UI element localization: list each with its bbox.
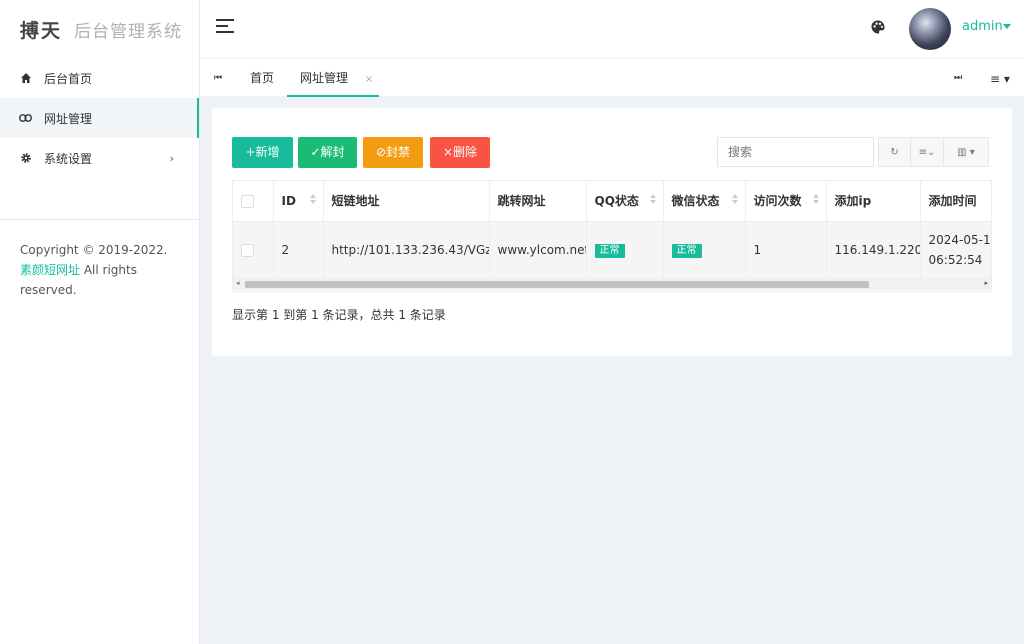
col-header-short-url: 短链地址 [323,181,490,222]
col-header-visits[interactable]: 访问次数 [745,181,827,222]
ban-button[interactable]: ⊘封禁 [363,137,423,168]
col-header-ip: 添加ip [826,181,921,222]
scroll-right-icon[interactable]: ▸ [984,279,988,287]
horizontal-scrollbar[interactable]: ◂ ▸ [232,278,992,290]
palette-icon[interactable] [870,19,888,37]
search-input[interactable] [717,137,874,167]
add-button[interactable]: +新增 [232,137,293,168]
cell-wechat-status: 正常 [663,221,746,280]
cell-ip: 116.149.1.220 [826,221,921,280]
sidebar-item-label: 系统设置 [44,151,93,166]
tab-label: 首页 [250,71,275,85]
tab-url-manage[interactable]: 网址管理 × [287,59,379,97]
table-header-row: ID 短链地址 跳转网址 QQ状态 微信状态 访问次数 添加ip 添加时间 [233,181,991,222]
tab-bar: ⏮ 首页 网址管理 × ⏭ ≡ ▾ [200,58,1024,97]
tab-home[interactable]: 首页 [250,59,274,97]
col-header-qq-status[interactable]: QQ状态 [586,181,664,222]
copyright-link[interactable]: 素颜短网址 [20,263,80,277]
sort-icon[interactable] [731,194,738,204]
link-icon [19,112,32,125]
caret-down-icon[interactable] [1003,24,1011,29]
close-icon[interactable]: × [365,74,373,85]
menu-toggle-icon[interactable] [216,19,234,37]
copyright-prefix: Copyright © 2019-2022. [20,243,168,257]
status-badge: 正常 [594,244,625,258]
sidebar-item-url-manage[interactable]: 网址管理 [0,98,199,138]
tab-label: 网址管理 [300,71,349,85]
row-checkbox[interactable] [241,244,254,257]
cell-target: www.ylcom.net [489,221,587,280]
scroll-left-icon[interactable]: ◂ [236,279,240,287]
sidebar: 搏天 后台管理系统 后台首页 网址管理 系统设置 › Copyright © 2… [0,0,200,644]
tab-scroll-left-icon[interactable]: ⏮ [214,73,222,83]
select-all-cell[interactable] [233,181,274,222]
cell-short-url: http://101.133.236.43/VGzl [323,221,490,280]
data-table: ID 短链地址 跳转网址 QQ状态 微信状态 访问次数 添加ip 添加时间 2 … [232,180,992,292]
user-name[interactable]: admin [962,19,1003,34]
pagination-info: 显示第 1 到第 1 条记录，总共 1 条记录 [232,308,446,322]
sidebar-item-home[interactable]: 后台首页 [0,58,199,98]
sort-icon[interactable] [649,194,656,204]
tab-menu-icon[interactable]: ≡ ▾ [990,72,1010,86]
copyright: Copyright © 2019-2022. 素颜短网址 All rights … [0,220,199,320]
logo: 搏天 后台管理系统 [0,0,199,58]
sidebar-item-label: 网址管理 [44,111,93,126]
brand-subtitle: 后台管理系统 [74,21,183,42]
gear-icon [19,152,32,165]
cell-qq-status: 正常 [586,221,664,280]
col-header-target: 跳转网址 [489,181,587,222]
chevron-right-icon: › [169,151,174,165]
toggle-view-icon[interactable]: ≡⌄ [911,138,944,166]
sort-icon[interactable] [309,194,316,204]
sort-icon[interactable] [812,194,819,204]
cell-time: 2024-05-1 06:52:54 [920,221,991,280]
status-badge: 正常 [671,244,702,258]
table-tools: ↻ ≡⌄ ▥ ▾ [878,137,989,167]
avatar[interactable] [909,8,951,50]
col-header-id[interactable]: ID [273,181,324,222]
home-icon [19,72,32,85]
table-row[interactable]: 2 http://101.133.236.43/VGzl www.ylcom.n… [233,221,991,280]
columns-icon[interactable]: ▥ ▾ [944,138,988,166]
delete-button[interactable]: ×删除 [430,137,490,168]
cell-id: 2 [273,221,324,280]
content-panel: +新增 ✓解封 ⊘封禁 ×删除 ↻ ≡⌄ ▥ ▾ ID 短链地址 跳转网址 QQ… [212,108,1012,356]
select-all-checkbox[interactable] [241,194,254,208]
cell-visits: 1 [745,221,827,280]
col-header-wechat-status[interactable]: 微信状态 [663,181,746,222]
top-header: admin [200,0,1024,58]
scroll-thumb[interactable] [245,281,869,288]
col-header-time: 添加时间 [920,181,991,222]
sidebar-item-settings[interactable]: 系统设置 › [0,138,199,178]
brand-name: 搏天 [20,19,63,42]
sidebar-nav: 后台首页 网址管理 系统设置 › [0,58,199,178]
refresh-icon[interactable]: ↻ [879,138,911,166]
row-select-cell[interactable] [233,221,274,280]
tab-scroll-right-icon[interactable]: ⏭ [954,73,962,83]
unban-button[interactable]: ✓解封 [298,137,357,168]
sidebar-item-label: 后台首页 [44,71,93,86]
